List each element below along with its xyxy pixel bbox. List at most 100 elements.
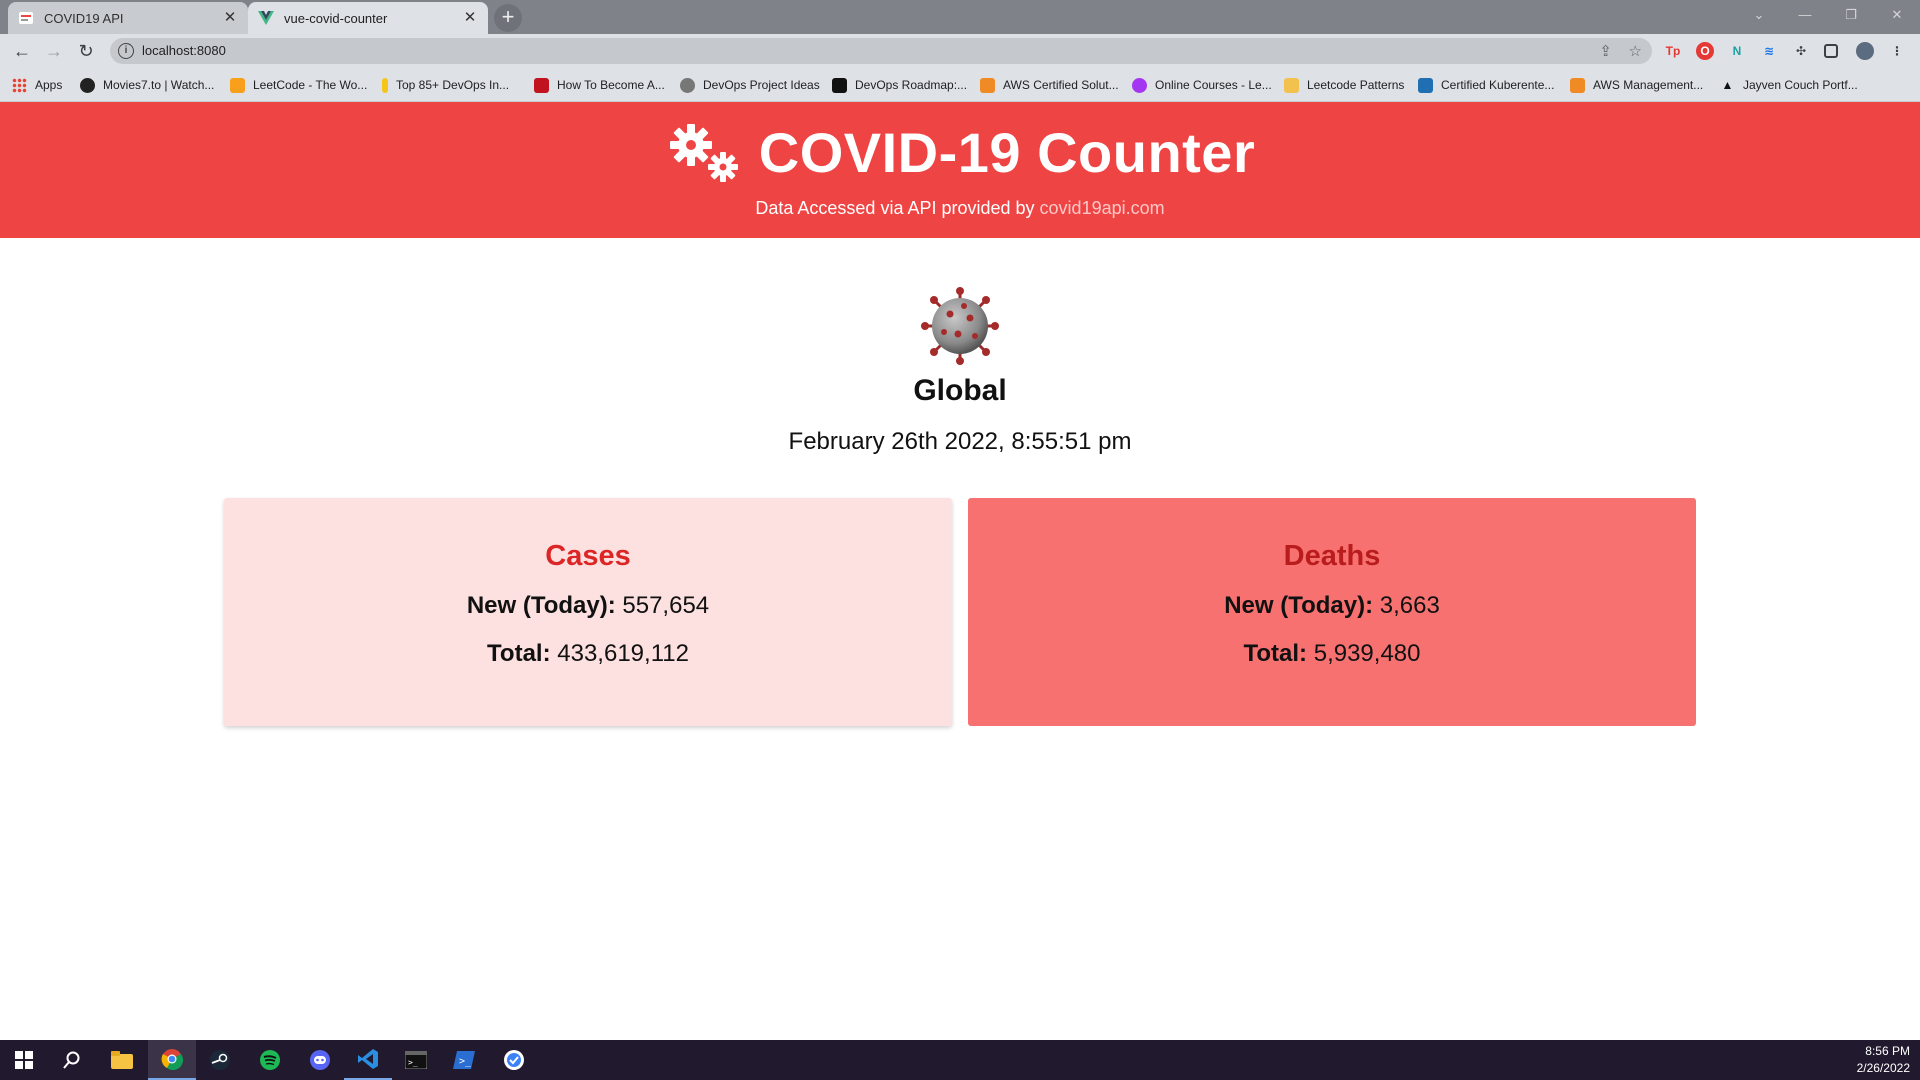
share-icon[interactable]: ⇪ [1599,42,1612,60]
bookmark-label: Apps [35,78,63,92]
restore-icon[interactable]: ❐ [1828,0,1874,30]
bookmark-apps[interactable]: Apps [12,76,62,94]
bookmark-item[interactable]: Top 85+ DevOps In... [382,76,509,94]
system-clock[interactable]: 8:56 PM 2/26/2022 [1857,1043,1910,1077]
bookmark-favicon-icon [832,77,847,93]
aws-icon [980,77,995,93]
tab-title: vue-covid-counter [284,10,388,26]
browser-toolbar: ← → ↻ i localhost:8080 ⇪ ☆ Tp O N ≋ ✣ ⋮ [0,34,1920,68]
page-header: COVID-19 Counter Data Accessed via API p… [0,102,1920,238]
page-title-text: COVID-19 Counter [758,121,1256,184]
site-info-icon[interactable]: i [118,43,134,59]
close-window-icon[interactable]: ✕ [1874,0,1920,30]
bookmark-favicon-icon [1418,77,1433,93]
start-icon[interactable] [0,1040,48,1080]
bookmark-label: Certified Kuberente... [1441,78,1555,92]
deaths-new-label: New (Today): [1224,592,1374,619]
bookmark-label: Movies7.to | Watch... [103,78,215,92]
cases-total-row: Total: 433,619,112 [224,640,952,668]
bookmark-item[interactable]: LeetCode - The Wo... [230,76,367,94]
cases-new-label: New (Today): [466,592,616,619]
svg-text:>_: >_ [459,1056,472,1067]
puzzle-extensions-icon[interactable]: ✣ [1792,42,1810,60]
covid19api-favicon-icon [18,10,34,26]
side-panel-icon[interactable] [1824,44,1838,58]
bookmark-favicon-icon [382,77,388,93]
cases-card: Cases New (Today): 557,654 Total: 433,61… [224,498,952,726]
clock-time: 8:56 PM [1865,1044,1910,1058]
new-tab-button[interactable]: + [494,4,522,32]
clock-date: 2/26/2022 [1856,1061,1910,1075]
terminal-icon[interactable]: >_ [392,1040,440,1080]
gears-icon [669,123,738,182]
bookmark-item[interactable]: DevOps Project Ideas [680,76,820,94]
file-explorer-icon[interactable] [98,1040,146,1080]
bookmark-favicon-icon [1284,77,1299,93]
bookmark-item[interactable]: Movies7.to | Watch... [80,76,214,94]
bookmark-label: Online Courses - Le... [1155,78,1272,92]
udemy-icon [1132,77,1147,93]
deaths-card-title: Deaths [1283,540,1381,572]
bookmark-label: LeetCode - The Wo... [253,78,368,92]
apps-grid-icon [12,77,27,93]
back-icon[interactable]: ← [10,39,34,63]
deaths-new-value: 3,663 [1379,592,1440,619]
deaths-total-row: Total: 5,939,480 [968,640,1696,668]
spotify-icon[interactable] [246,1040,294,1080]
bookmark-label: AWS Management... [1593,78,1704,92]
bookmark-item[interactable]: Leetcode Patterns [1284,76,1404,94]
triangle-icon: ▲ [1721,77,1734,92]
bookmark-item[interactable]: DevOps Roadmap:... [832,76,967,94]
tab-close-icon[interactable]: ✕ [462,10,478,26]
tab-close-icon[interactable]: ✕ [222,10,238,26]
n-extension-icon[interactable]: N [1728,42,1746,60]
bookmark-label: DevOps Project Ideas [703,78,820,92]
globe-icon [680,77,695,93]
tab-title: COVID19 API [44,10,124,26]
bookmark-item[interactable]: AWS Certified Solut... [980,76,1119,94]
api-link[interactable]: covid19api.com [1040,198,1165,218]
bookmark-item[interactable]: Certified Kuberente... [1418,76,1554,94]
deaths-new-row: New (Today): 3,663 [968,592,1696,620]
cases-new-row: New (Today): 557,654 [224,592,952,620]
opera-extension-icon[interactable]: O [1696,42,1714,60]
address-bar[interactable]: i localhost:8080 ⇪ ☆ [110,38,1652,64]
vscode-icon[interactable] [344,1040,392,1080]
bookmark-item[interactable]: How To Become A... [534,76,665,94]
tab-covid19-api[interactable]: COVID19 API ✕ [8,2,248,34]
bookmark-label: AWS Certified Solut... [1003,78,1119,92]
forward-icon[interactable]: → [42,39,66,63]
cases-card-title: Cases [545,540,631,572]
cases-total-value: 433,619,112 [557,640,689,667]
tab-search-icon[interactable]: ⌄ [1736,0,1782,30]
url-text[interactable]: localhost:8080 [142,43,226,58]
page-title: COVID-19 Counter [0,120,1920,185]
bookmark-item[interactable]: AWS Management... [1570,76,1703,94]
region-name: Global [913,374,1007,407]
chevron-extension-icon[interactable]: ≋ [1760,42,1778,60]
bookmark-label: Top 85+ DevOps In... [396,78,510,92]
bookmark-star-icon[interactable]: ☆ [1629,42,1642,60]
tp-extension-icon[interactable]: Tp [1664,42,1682,60]
bookmark-item[interactable]: Online Courses - Le... [1132,76,1272,94]
search-icon[interactable] [48,1040,96,1080]
minimize-icon[interactable]: — [1782,0,1828,30]
deaths-total-value: 5,939,480 [1313,640,1421,667]
profile-avatar[interactable] [1856,42,1874,60]
cases-total-label: Total: [487,640,551,667]
reload-icon[interactable]: ↻ [74,39,98,63]
discord-icon[interactable] [296,1040,344,1080]
bookmark-item[interactable]: ▲ Jayven Couch Portf... [1720,76,1858,94]
bookmarks-bar: Apps Movies7.to | Watch... LeetCode - Th… [0,68,1920,102]
bookmark-label: How To Become A... [557,78,665,92]
chrome-icon[interactable] [148,1040,196,1080]
svg-text:>_: >_ [408,1058,418,1067]
bookmark-favicon-icon [534,77,549,93]
deaths-card: Deaths New (Today): 3,663 Total: 5,939,4… [968,498,1696,726]
app-icon[interactable] [490,1040,538,1080]
steam-icon[interactable] [196,1040,244,1080]
menu-kebab-icon[interactable]: ⋮ [1888,42,1906,60]
last-updated-date: February 26th 2022, 8:55:51 pm [788,428,1132,455]
tab-vue-covid-counter[interactable]: vue-covid-counter ✕ [248,2,488,34]
powershell-icon[interactable]: >_ [440,1040,488,1080]
